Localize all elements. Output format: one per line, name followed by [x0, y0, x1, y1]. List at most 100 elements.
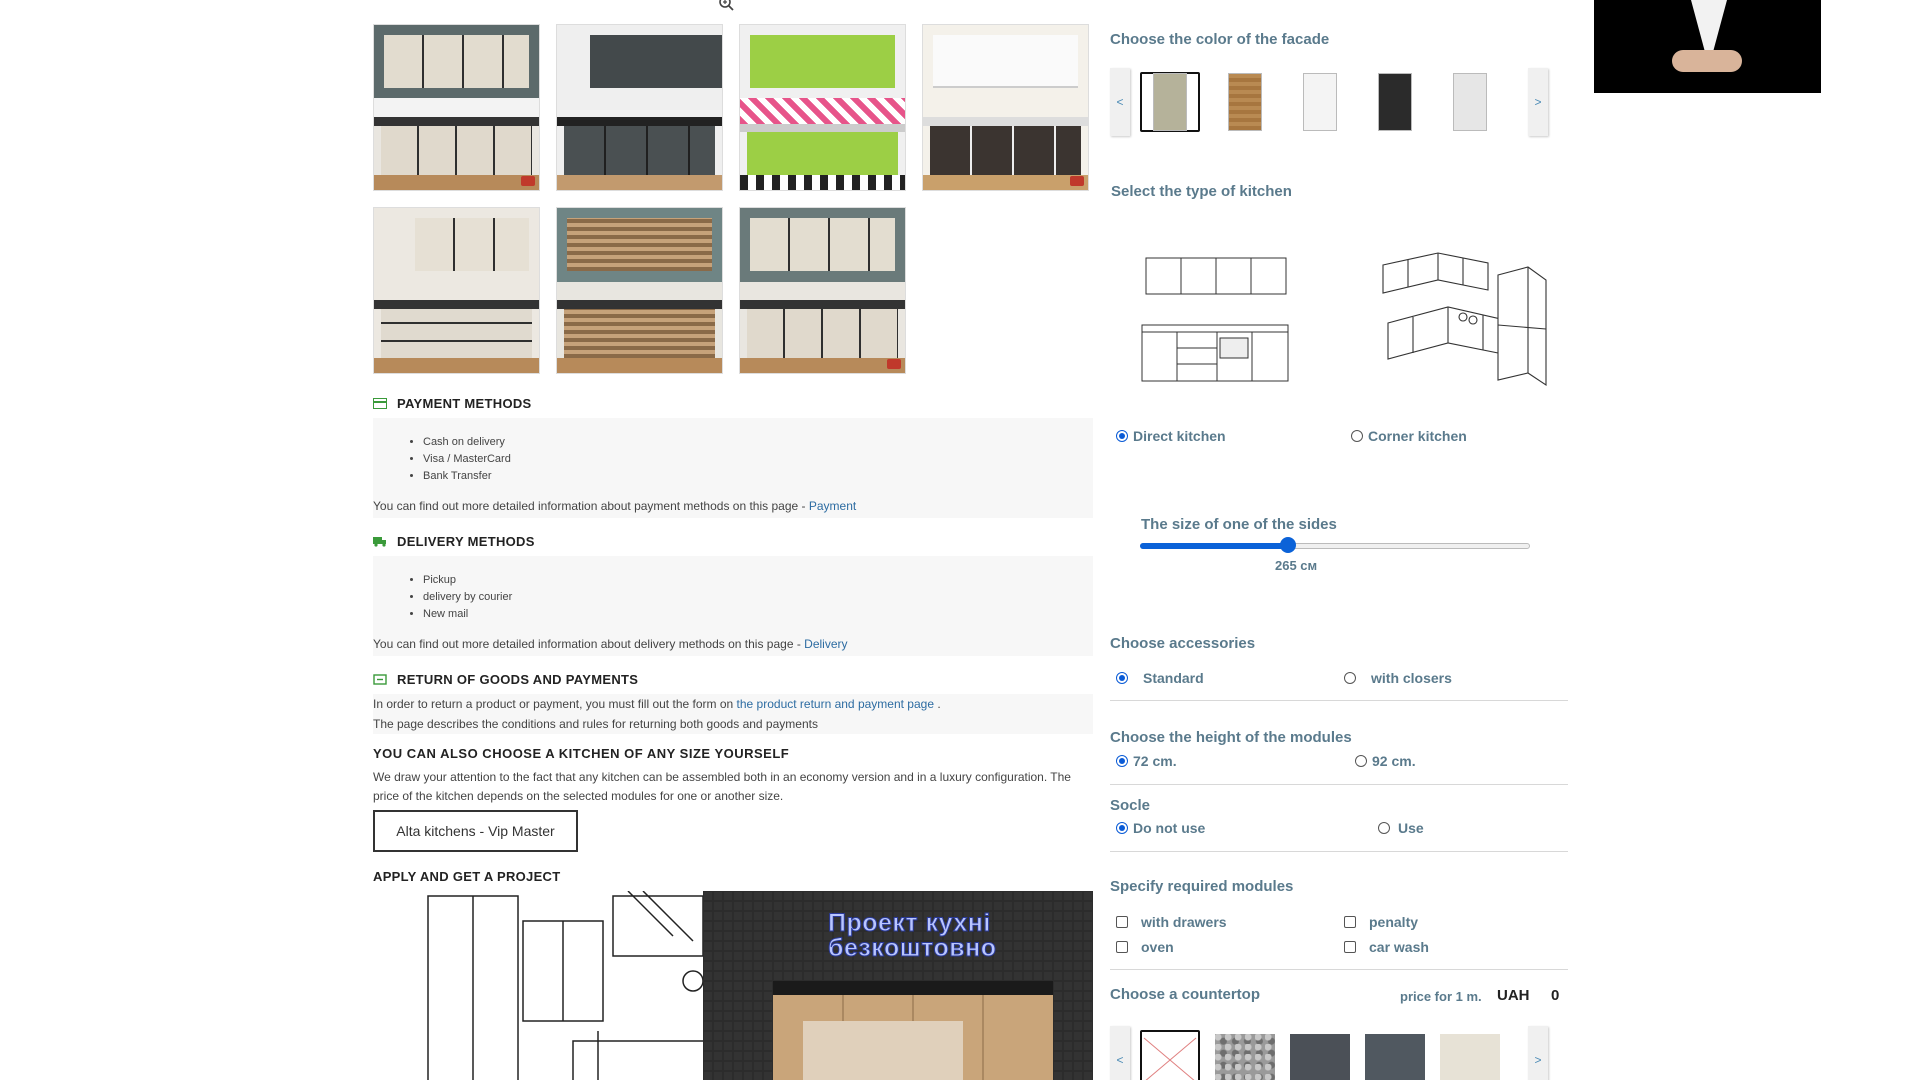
- truck-icon: [373, 537, 386, 547]
- delivery-title: DELIVERY METHODS: [397, 534, 535, 549]
- zoom-icon[interactable]: [717, 0, 737, 14]
- choose-size-text: We draw your attention to the fact that …: [373, 770, 1071, 803]
- payment-link[interactable]: Payment: [809, 499, 856, 513]
- choose-size-title: YOU CAN ALSO CHOOSE A KITCHEN OF ANY SIZ…: [373, 746, 790, 761]
- project-banner[interactable]: Проект кухні безкоштовно: [373, 891, 1093, 1080]
- accessories-with-closers[interactable]: with closers: [1344, 670, 1452, 686]
- module-height-title: Choose the height of the modules: [1110, 729, 1352, 746]
- list-item: delivery by courier: [423, 589, 1093, 606]
- list-item: Visa / MasterCard: [423, 451, 1093, 468]
- checkbox[interactable]: [1116, 916, 1128, 928]
- facade-swatch-oak[interactable]: [1215, 72, 1275, 132]
- facade-color-title: Choose the color of the facade: [1110, 31, 1330, 48]
- divider: [1110, 969, 1568, 970]
- delivery-info-text: You can find out more detailed informati…: [373, 637, 801, 651]
- presenter-video[interactable]: [1594, 0, 1821, 93]
- radio-button[interactable]: [1351, 430, 1363, 442]
- radio-button[interactable]: [1378, 822, 1390, 834]
- radio-label: Do not use: [1133, 820, 1206, 836]
- accessories-standard[interactable]: Standard: [1116, 670, 1204, 686]
- kitchen-type-title: Select the type of kitchen: [1111, 183, 1292, 200]
- direct-kitchen-illustration[interactable]: [1140, 250, 1290, 385]
- returns-box: In order to return a product or payment,…: [373, 694, 1093, 734]
- gallery-thumbnail[interactable]: [739, 24, 906, 191]
- radio-button[interactable]: [1344, 672, 1356, 684]
- facade-swatch-beige-grey[interactable]: [1140, 72, 1200, 132]
- gallery-thumbnail[interactable]: [373, 207, 540, 374]
- countertop-swatch-carousel: < >: [1110, 1026, 1548, 1080]
- banner-line-1: Проект кухні: [828, 909, 991, 937]
- returns-line-2: The page describes the conditions and ru…: [373, 717, 818, 731]
- delivery-link[interactable]: Delivery: [804, 637, 847, 651]
- module-oven[interactable]: oven: [1116, 939, 1174, 955]
- payment-heading: PAYMENT METHODS: [373, 396, 532, 411]
- kitchen-type-direct[interactable]: Direct kitchen: [1116, 428, 1226, 444]
- countertop-swatch-dark-stone[interactable]: [1290, 1030, 1350, 1080]
- price-label: price for 1 m.: [1400, 989, 1482, 1004]
- facade-door-sample: [1153, 73, 1187, 131]
- divider: [1110, 700, 1568, 701]
- corner-kitchen-illustration[interactable]: [1378, 245, 1553, 390]
- radio-button[interactable]: [1116, 755, 1128, 767]
- gallery-thumbnail[interactable]: [373, 24, 540, 191]
- module-height-72[interactable]: 72 cm.: [1116, 753, 1177, 769]
- facade-prev-button[interactable]: <: [1110, 68, 1130, 136]
- radio-button[interactable]: [1116, 672, 1128, 684]
- banner-promo-text: Проект кухні безкоштовно: [828, 909, 997, 961]
- facade-swatch-white[interactable]: [1290, 72, 1350, 132]
- socle-do-not-use[interactable]: Do not use: [1116, 820, 1205, 836]
- payment-info: You can find out more detailed informati…: [373, 499, 856, 513]
- countertop-prev-button[interactable]: <: [1110, 1026, 1130, 1080]
- divider: [1110, 851, 1568, 852]
- gallery-thumbnail[interactable]: [556, 24, 723, 191]
- list-item: Cash on delivery: [423, 434, 1093, 451]
- kitchen-type-corner[interactable]: Corner kitchen: [1351, 428, 1467, 444]
- module-penalty[interactable]: penalty: [1344, 914, 1418, 930]
- countertop-swatch-none[interactable]: [1140, 1030, 1200, 1080]
- module-with-drawers[interactable]: with drawers: [1116, 914, 1227, 930]
- return-arrows-icon: [373, 674, 387, 685]
- accessories-title: Choose accessories: [1110, 635, 1256, 652]
- gallery-thumbnail[interactable]: [739, 207, 906, 374]
- side-size-value: 265 см: [1275, 558, 1318, 573]
- facade-swatch-carousel: < >: [1110, 68, 1548, 136]
- facade-swatch-light-grey[interactable]: [1440, 72, 1500, 132]
- returns-title: RETURN OF GOODS AND PAYMENTS: [397, 672, 639, 687]
- radio-label: Corner kitchen: [1368, 428, 1467, 444]
- socle-use[interactable]: Use: [1378, 820, 1424, 836]
- facade-door-sample: [1228, 73, 1262, 131]
- no-countertop-icon: [1143, 1037, 1197, 1080]
- returns-text-end: .: [937, 697, 941, 711]
- countertop-swatch-slate[interactable]: [1365, 1030, 1425, 1080]
- checkbox[interactable]: [1344, 916, 1356, 928]
- payment-list: Cash on delivery Visa / MasterCard Bank …: [373, 418, 1093, 485]
- radio-button[interactable]: [1116, 822, 1128, 834]
- facade-swatch-list: [1140, 72, 1500, 132]
- delivery-heading: DELIVERY METHODS: [373, 534, 535, 549]
- countertop-next-button[interactable]: >: [1528, 1026, 1548, 1080]
- facade-door-sample: [1378, 73, 1412, 131]
- countertop-sample: [1365, 1034, 1425, 1080]
- alta-kitchens-button[interactable]: Alta kitchens - Vip Master: [373, 810, 578, 852]
- presenter-shirt: [1691, 0, 1727, 56]
- gallery-thumbnail[interactable]: [556, 207, 723, 374]
- payment-title: PAYMENT METHODS: [397, 396, 532, 411]
- countertop-swatch-granite[interactable]: [1215, 1030, 1275, 1080]
- side-size-slider-handle[interactable]: [1280, 537, 1297, 553]
- radio-button[interactable]: [1355, 755, 1367, 767]
- facade-swatch-black[interactable]: [1365, 72, 1425, 132]
- gallery-thumbnail[interactable]: [922, 24, 1089, 191]
- checkbox-label: oven: [1141, 939, 1174, 955]
- radio-button[interactable]: [1116, 430, 1128, 442]
- facade-next-button[interactable]: >: [1528, 68, 1548, 136]
- vip-badge: [521, 176, 535, 186]
- radio-label: with closers: [1371, 670, 1452, 686]
- returns-link[interactable]: the product return and payment page: [737, 697, 934, 711]
- module-height-92[interactable]: 92 cm.: [1355, 753, 1416, 769]
- credit-card-icon: [373, 398, 387, 409]
- countertop-swatch-light-wood[interactable]: [1440, 1030, 1500, 1080]
- checkbox[interactable]: [1344, 941, 1356, 953]
- checkbox[interactable]: [1116, 941, 1128, 953]
- sketch-illustration: [373, 891, 733, 1080]
- module-car-wash[interactable]: car wash: [1344, 939, 1429, 955]
